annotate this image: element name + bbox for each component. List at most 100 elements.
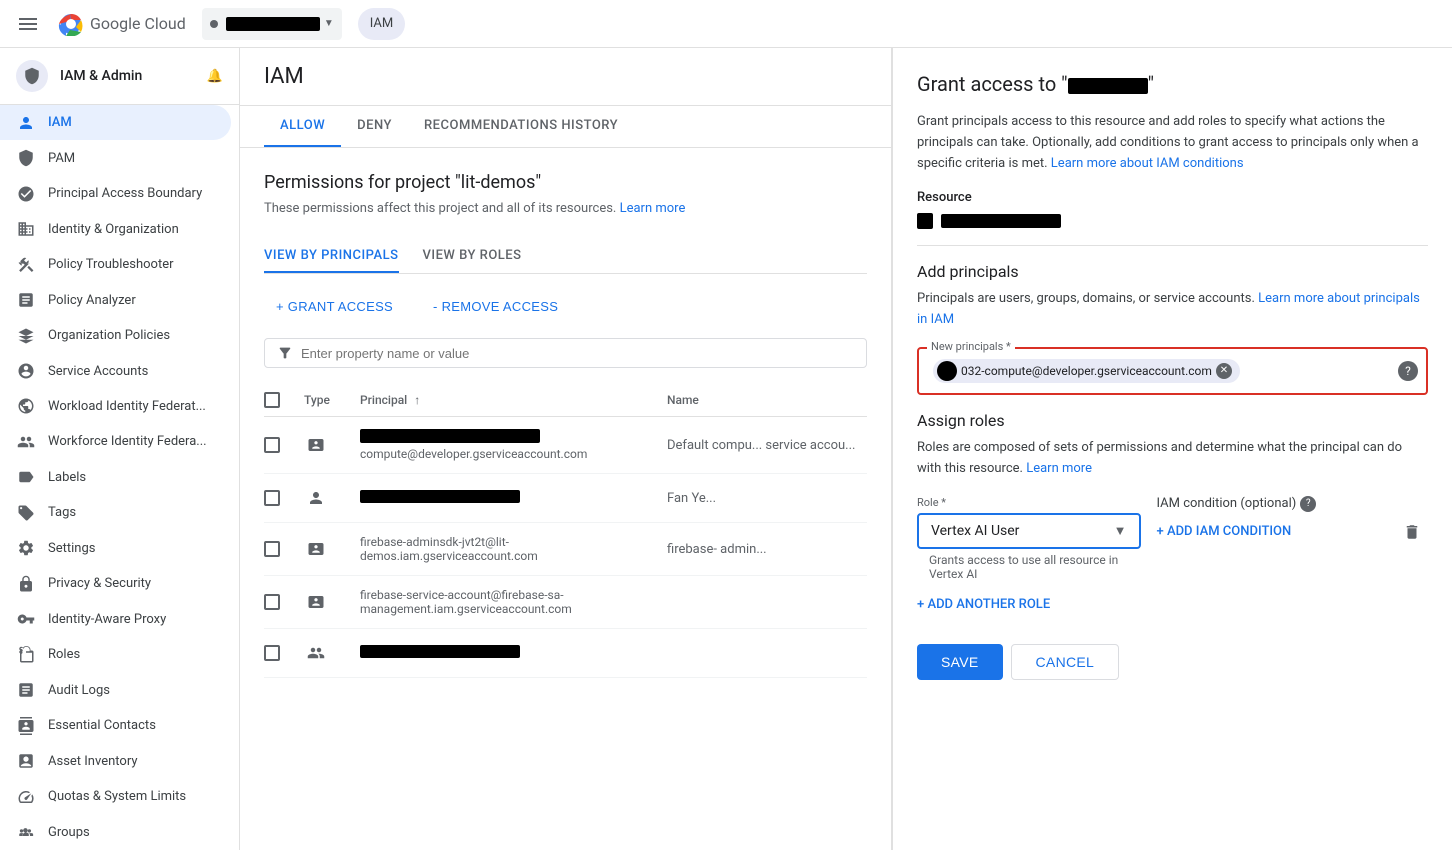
project-selector[interactable]: ▼ (202, 8, 342, 40)
type-icon-service-account (304, 433, 328, 457)
panel-title-project-redacted (1068, 78, 1148, 94)
principal-chip-avatar (937, 361, 957, 381)
permissions-title: Permissions for project "lit-demos" (264, 172, 867, 193)
principal-chip-close-button[interactable]: ✕ (1216, 363, 1232, 379)
sidebar-item-label-policy-troubleshooter: Policy Troubleshooter (48, 257, 174, 272)
privacy-security-icon (16, 574, 36, 594)
name-cell: Fan Ye... (667, 491, 867, 506)
principals-help-icon[interactable]: ? (1398, 361, 1418, 381)
tab-recommendations[interactable]: RECOMMENDATIONS HISTORY (408, 106, 634, 147)
sidebar-item-workload-identity[interactable]: Workload Identity Federat... (0, 389, 231, 424)
row-checkbox[interactable] (264, 541, 296, 557)
identity-org-icon (16, 219, 36, 239)
sidebar-item-iap[interactable]: Identity-Aware Proxy (0, 602, 231, 637)
iam-condition-help-icon[interactable]: ? (1300, 496, 1316, 512)
settings-icon (16, 538, 36, 558)
view-tab-principals[interactable]: VIEW BY PRINCIPALS (264, 240, 399, 273)
row-checkbox[interactable] (264, 490, 296, 506)
add-another-role-button[interactable]: + ADD ANOTHER ROLE (917, 589, 1428, 620)
permissions-subtitle: These permissions affect this project an… (264, 201, 867, 216)
sidebar-item-essential-contacts[interactable]: Essential Contacts (0, 708, 231, 743)
sidebar-item-audit-logs[interactable]: Audit Logs (0, 673, 231, 708)
sidebar-item-asset-inventory[interactable]: Asset Inventory (0, 743, 231, 778)
iam-condition-group: IAM condition (optional) ? + ADD IAM CON… (1157, 496, 1381, 543)
principal-chip: 032-compute@developer.gserviceaccount.co… (933, 359, 1240, 383)
row-checkbox[interactable] (264, 437, 296, 453)
asset-inventory-icon (16, 751, 36, 771)
learn-more-link[interactable]: Learn more (620, 201, 686, 216)
notification-icon[interactable]: 🔔 (207, 69, 223, 84)
project-selector-arrow: ▼ (324, 18, 334, 29)
sidebar-item-policy-analyzer[interactable]: Policy Analyzer (0, 282, 231, 317)
type-icon-service-account (304, 537, 328, 561)
remove-access-button[interactable]: - REMOVE ACCESS (421, 290, 570, 322)
google-cloud-logo: Google Cloud (56, 12, 186, 36)
sidebar-item-label-org-policies: Organization Policies (48, 328, 170, 343)
table-row (264, 629, 867, 678)
sidebar-item-tags[interactable]: Tags (0, 495, 231, 530)
view-tab-roles[interactable]: VIEW BY ROLES (423, 240, 522, 273)
section-divider (917, 245, 1428, 246)
header-checkbox[interactable] (264, 392, 296, 408)
role-select-dropdown[interactable]: Vertex AI User ▼ (917, 513, 1141, 549)
main-header: IAM (240, 48, 891, 106)
sidebar-item-policy-troubleshooter[interactable]: Policy Troubleshooter (0, 247, 231, 282)
iam-icon (16, 113, 36, 133)
sidebar-item-label-pab: Principal Access Boundary (48, 186, 202, 201)
service-accounts-icon (16, 361, 36, 381)
tags-icon (16, 503, 36, 523)
table-header: Type Principal ↑ Name (264, 384, 867, 417)
sidebar-item-quotas[interactable]: Quotas & System Limits (0, 779, 231, 814)
tab-deny[interactable]: DENY (341, 106, 408, 147)
principal-info (360, 645, 659, 662)
filter-input[interactable] (301, 346, 854, 361)
sidebar-item-roles[interactable]: Roles (0, 637, 231, 672)
sidebar-item-pam[interactable]: PAM (0, 140, 231, 175)
sidebar-item-groups[interactable]: Groups (0, 814, 231, 849)
sidebar-item-iam[interactable]: IAM (0, 105, 231, 140)
principal-email: firebase-service-account@firebase-sa-man… (360, 588, 659, 616)
project-dot (210, 20, 218, 28)
iam-admin-icon (16, 60, 48, 92)
permissions-section: Permissions for project "lit-demos" Thes… (240, 148, 891, 702)
tab-allow[interactable]: ALLOW (264, 106, 341, 147)
add-principals-title: Add principals (917, 262, 1428, 281)
policy-analyzer-icon (16, 290, 36, 310)
main-tabs: ALLOW DENY RECOMMENDATIONS HISTORY (240, 106, 891, 148)
delete-role-button[interactable] (1396, 516, 1428, 548)
role-select-value: Vertex AI User (931, 523, 1114, 539)
table-row: Fan Ye... (264, 474, 867, 523)
sidebar-item-label-workforce-identity: Workforce Identity Federa... (48, 434, 207, 449)
row-checkbox[interactable] (264, 645, 296, 661)
sidebar: IAM & Admin 🔔 IAM PAM Principal Access B… (0, 48, 240, 850)
save-button[interactable]: SAVE (917, 644, 1003, 680)
role-row: Role * Vertex AI User ▼ Grants access to… (917, 496, 1428, 581)
sidebar-item-pab[interactable]: Principal Access Boundary (0, 176, 231, 211)
sidebar-item-identity-org[interactable]: Identity & Organization (0, 211, 231, 246)
sidebar-item-label-groups: Groups (48, 825, 90, 840)
sidebar-item-privacy-security[interactable]: Privacy & Security (0, 566, 231, 601)
resource-icon (917, 213, 933, 229)
sidebar-item-service-accounts[interactable]: Service Accounts (0, 353, 231, 388)
sidebar-item-label-identity-org: Identity & Organization (48, 222, 179, 237)
grant-access-button[interactable]: + GRANT ACCESS (264, 290, 405, 322)
sidebar-item-labels[interactable]: Labels (0, 460, 231, 495)
cancel-button[interactable]: CANCEL (1011, 644, 1120, 680)
row-checkbox[interactable] (264, 594, 296, 610)
sidebar-item-org-policies[interactable]: Organization Policies (0, 318, 231, 353)
sidebar-item-label-workload-identity: Workload Identity Federat... (48, 399, 206, 414)
principal-name-redacted (360, 490, 520, 503)
principal-info: firebase-adminsdk-jvt2t@lit-demos.iam.gs… (360, 535, 659, 563)
add-principals-desc: Principals are users, groups, domains, o… (917, 289, 1428, 331)
menu-icon[interactable] (8, 4, 48, 44)
learn-more-roles-link[interactable]: Learn more (1026, 461, 1092, 476)
new-principals-label: New principals * (927, 340, 1015, 353)
learn-more-iam-conditions-link[interactable]: Learn more about IAM conditions (1051, 156, 1244, 171)
filter-bar (264, 338, 867, 368)
iap-icon (16, 609, 36, 629)
sidebar-item-label-pam: PAM (48, 151, 75, 166)
sidebar-item-workforce-identity[interactable]: Workforce Identity Federa... (0, 424, 231, 459)
add-iam-condition-button[interactable]: + ADD IAM CONDITION (1157, 520, 1381, 543)
sidebar-item-settings[interactable]: Settings (0, 531, 231, 566)
sidebar-item-label-essential-contacts: Essential Contacts (48, 718, 156, 733)
